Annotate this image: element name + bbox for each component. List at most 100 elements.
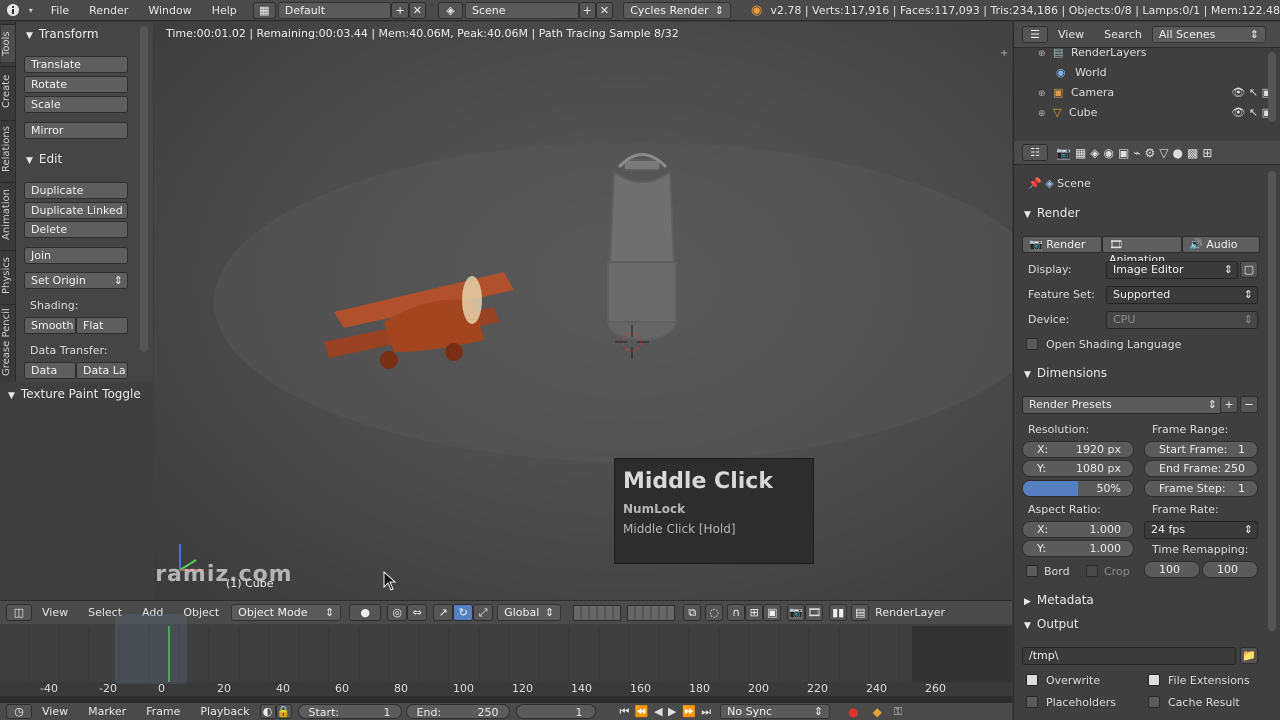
texture-paint-header[interactable]: ▼ Texture Paint Toggle: [8, 387, 141, 401]
scale-button[interactable]: Scale: [24, 96, 128, 113]
pin-icon[interactable]: 📌: [1028, 177, 1042, 190]
add-preset-button[interactable]: +: [1220, 396, 1238, 413]
properties-scrollbar[interactable]: [1268, 171, 1276, 631]
outliner-item-renderlayers[interactable]: ⊕ ▤ RenderLayers: [1038, 46, 1147, 59]
fps-select[interactable]: 24 fps ⇕: [1144, 521, 1258, 539]
translate-widget-icon[interactable]: ↗: [433, 604, 454, 621]
tab-create[interactable]: Create: [1, 66, 15, 116]
render-engine-select[interactable]: Cycles Render ⇕: [623, 1, 731, 19]
render-layer-icon[interactable]: ▤: [851, 604, 870, 621]
output-panel-header[interactable]: ▼ Output: [1024, 617, 1079, 631]
metadata-panel-header[interactable]: ▶ Metadata: [1024, 593, 1094, 607]
display-select[interactable]: Image Editor ⇕: [1106, 261, 1238, 279]
remap-new-field[interactable]: 100: [1202, 561, 1258, 578]
expand-icon[interactable]: ⊕: [1038, 49, 1046, 59]
res-y-field[interactable]: Y: 1080 px: [1022, 460, 1134, 477]
flat-button[interactable]: Flat: [76, 317, 128, 334]
visibility-icons[interactable]: 👁 ↖ ▣: [1231, 86, 1272, 99]
outliner-filter-select[interactable]: All Scenes ⇕: [1151, 26, 1266, 43]
scene-icon[interactable]: ◈: [438, 1, 463, 19]
file-extensions-checkbox[interactable]: [1148, 674, 1160, 686]
toolshelf-scrollbar[interactable]: [140, 26, 148, 352]
menu-help[interactable]: Help: [202, 4, 247, 17]
tab-animation[interactable]: Animation: [1, 182, 15, 246]
snap-icon[interactable]: ∩: [727, 604, 746, 621]
output-path-field[interactable]: /tmp\: [1022, 647, 1236, 665]
proportional-edit-icon[interactable]: ◌: [705, 604, 724, 621]
layers-grid-2[interactable]: [627, 604, 676, 621]
mirror-button[interactable]: Mirror: [24, 122, 128, 139]
manipulator-icon[interactable]: ⇔: [407, 604, 428, 621]
device-select[interactable]: CPU ⇕: [1106, 311, 1258, 329]
remap-old-field[interactable]: 100: [1144, 561, 1200, 578]
aspect-y-field[interactable]: Y: 1.000: [1022, 540, 1134, 557]
menu-view[interactable]: View: [32, 606, 78, 619]
add-layout-button[interactable]: +: [391, 1, 409, 19]
dimensions-panel-header[interactable]: ▼ Dimensions: [1024, 366, 1107, 380]
lock-icon[interactable]: 🔒: [275, 704, 292, 719]
menu-window[interactable]: Window: [138, 4, 201, 17]
join-button[interactable]: Join: [24, 247, 128, 264]
overwrite-checkbox[interactable]: [1026, 674, 1038, 686]
outliner-editor-icon[interactable]: ☰: [1022, 26, 1048, 43]
end-frame-prop[interactable]: End Frame: 250: [1144, 460, 1258, 477]
border-checkbox[interactable]: [1026, 565, 1038, 577]
context-tabs[interactable]: 📷▦◈◉▣⌁⚙▽●▩⊞: [1056, 146, 1216, 160]
remove-layout-button[interactable]: ✕: [408, 1, 427, 19]
expand-icon[interactable]: ⊕: [1038, 109, 1046, 119]
render-still-icon[interactable]: 📷: [787, 604, 806, 621]
mode-select[interactable]: Object Mode ⇕: [231, 604, 342, 621]
snap-target-icon[interactable]: ▣: [763, 604, 782, 621]
res-x-field[interactable]: X: 1920 px: [1022, 441, 1134, 458]
keyframe-icon[interactable]: ◆: [873, 705, 882, 719]
current-frame-field[interactable]: 1: [515, 704, 596, 719]
expand-icon[interactable]: ⊕: [1038, 89, 1046, 99]
orientation-select[interactable]: Global ⇕: [497, 604, 562, 621]
screen-layout-icon[interactable]: ▦: [252, 1, 276, 19]
preview-range-icon[interactable]: ◐: [259, 704, 276, 719]
placeholders-checkbox[interactable]: [1026, 696, 1038, 708]
delete-button[interactable]: Delete: [24, 221, 128, 238]
render-button[interactable]: 📷 Render: [1022, 236, 1102, 253]
animation-button[interactable]: 🎞 Animation: [1102, 236, 1182, 266]
pause-icon[interactable]: ▮▮: [829, 604, 848, 621]
chevron-down-icon[interactable]: ▾: [29, 6, 33, 15]
pivot-icon[interactable]: ◎: [387, 604, 408, 621]
tl-menu-frame[interactable]: Frame: [136, 705, 190, 718]
osl-checkbox[interactable]: [1026, 338, 1038, 350]
editor-type-icon[interactable]: ◫: [6, 604, 32, 621]
smooth-button[interactable]: Smooth: [24, 317, 76, 334]
menu-file[interactable]: File: [41, 4, 79, 17]
duplicate-linked-button[interactable]: Duplicate Linked: [24, 202, 128, 219]
cache-result-checkbox[interactable]: [1148, 696, 1160, 708]
duplicate-button[interactable]: Duplicate: [24, 182, 128, 199]
plus-icon[interactable]: +: [1000, 48, 1008, 59]
tab-tools[interactable]: Tools: [1, 24, 15, 62]
tl-menu-playback[interactable]: Playback: [190, 705, 259, 718]
render-layer-label[interactable]: RenderLayer: [875, 606, 945, 619]
properties-editor-icon[interactable]: ☷: [1022, 144, 1048, 161]
start-frame-prop[interactable]: Start Frame: 1: [1144, 441, 1258, 458]
playback-controls[interactable]: ⏮ ⏪ ◀ ▶ ⏩ ⏭: [620, 705, 713, 719]
menu-render[interactable]: Render: [79, 4, 138, 17]
frame-step-prop[interactable]: Frame Step: 1: [1144, 480, 1258, 497]
layout-field[interactable]: Default: [277, 1, 392, 19]
outliner-menu-search[interactable]: Search: [1094, 28, 1152, 41]
featureset-select[interactable]: Supported ⇕: [1106, 286, 1258, 304]
sync-select[interactable]: No Sync ⇕: [720, 704, 831, 719]
layers-grid-1[interactable]: [573, 604, 622, 621]
render-panel-header[interactable]: ▼ Render: [1024, 206, 1080, 220]
remove-preset-button[interactable]: −: [1240, 396, 1258, 413]
tab-relations[interactable]: Relations: [1, 120, 15, 178]
rotate-widget-icon[interactable]: ↻: [453, 604, 474, 621]
aspect-x-field[interactable]: X: 1.000: [1022, 521, 1134, 538]
tab-grease-pencil[interactable]: Grease Pencil: [1, 304, 15, 380]
lock-layers-icon[interactable]: ⧉: [683, 604, 702, 621]
transform-panel-header[interactable]: ▼ Transform: [26, 27, 99, 41]
render-anim-icon[interactable]: 🎞: [805, 604, 824, 621]
crop-checkbox[interactable]: [1086, 565, 1098, 577]
info-editor-icon[interactable]: [0, 3, 29, 17]
record-icon[interactable]: ●: [848, 705, 858, 719]
remove-scene-button[interactable]: ✕: [595, 1, 614, 19]
start-frame-field[interactable]: Start: 1: [297, 704, 402, 719]
